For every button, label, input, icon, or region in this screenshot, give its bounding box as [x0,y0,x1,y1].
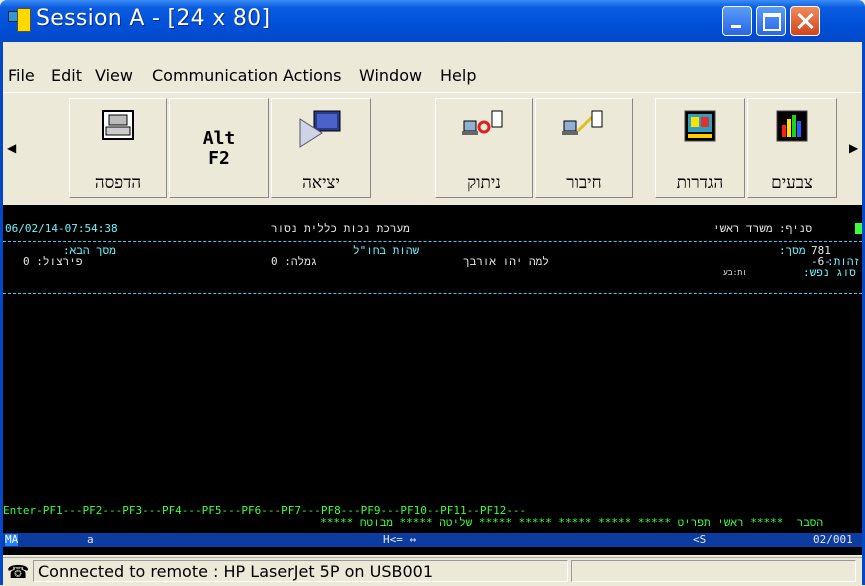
app-icon[interactable] [8,8,31,32]
oia-insert: H<= ↔ [383,533,417,546]
separator-top [3,241,862,242]
alt-f2-bottom: F2 [208,148,230,169]
minimize-button[interactable] [722,6,752,36]
pf-labels-line: הסבר ***** ראשי תפריט ***** ***** ***** … [320,516,823,529]
connect-label: חיבור [566,173,602,193]
cursor [855,223,862,234]
maximize-button[interactable] [756,6,786,36]
connection-icon: ☎ [7,562,30,583]
status-bar: ☎ Connected to remote : HP LaserJet 5P o… [3,557,862,586]
menu-communication[interactable]: Communication [152,66,278,85]
toolbar: ◀ הדפסה Alt F2 יציאה ניתוק חיבור הגדרות … [3,92,862,205]
name-line: למה יהו אורבך [463,255,549,268]
print-label: הדפסה [94,173,142,193]
exit-label: יציאה [302,173,340,193]
gimla-field: גמלה: 0 [271,255,318,268]
settings-icon [684,110,716,142]
disconnect-button[interactable]: ניתוק [435,98,533,198]
person-type-label: סוג נפש: [803,266,856,279]
pirzul-field: פירצול: 0 [23,255,83,268]
oia-ma: MA [5,533,19,546]
menu-view[interactable]: View [95,66,133,85]
datetime: 06/02/14-07:54:38 [5,222,118,235]
oia-status-line: MA a H<= ↔ <S 02/001 [3,533,862,547]
disconnect-label: ניתוק [467,173,501,193]
terminal-screen[interactable]: 06/02/14-07:54:38 מערכת נכות כללית נסור … [3,205,862,555]
screen-label: מסך: [779,244,806,257]
oia-s: <S [693,533,707,546]
menu-edit[interactable]: Edit [51,66,82,85]
small-marker: ות:בע [723,268,748,277]
colors-icon [776,110,808,142]
alt-f2-button[interactable]: Alt F2 [169,98,269,198]
settings-label: הגדרות [676,173,724,193]
menu-help[interactable]: Help [440,66,476,85]
disconnect-icon [462,110,503,135]
connect-button[interactable]: חיבור [535,98,633,198]
connect-icon [562,110,603,135]
branch: סניף: משרד ראשי [713,222,813,235]
oia-a: a [87,533,94,546]
separator-mid [3,293,862,294]
menu-bar [0,42,865,66]
stay-abroad-label: שהות בחו"ל [353,244,420,257]
colors-button[interactable]: צבעים [747,98,837,198]
exit-button[interactable]: יציאה [271,98,371,198]
system-name: מערכת נכות כללית נסור [271,222,410,235]
printer-icon [102,110,134,140]
menu-actions[interactable]: Actions [283,66,341,85]
window-title: Session A - [24 x 80] [36,6,271,31]
exit-icon [299,110,341,148]
oia-cursor-pos: 02/001 [813,533,853,546]
colors-label: צבעים [771,173,813,193]
scroll-right-icon[interactable]: ▶ [849,141,858,155]
status-text: Connected to remote : HP LaserJet 5P on … [33,560,568,582]
status-panel [571,560,856,582]
print-button[interactable]: הדפסה [69,98,167,198]
scroll-left-icon[interactable]: ◀ [7,141,16,155]
title-bar[interactable]: Session A - [24 x 80] [0,0,865,42]
settings-button[interactable]: הגדרות [655,98,745,198]
close-button[interactable] [790,6,820,36]
menu-file[interactable]: File [8,66,35,85]
menu-window[interactable]: Window [359,66,422,85]
alt-f2-top: Alt [202,128,236,149]
